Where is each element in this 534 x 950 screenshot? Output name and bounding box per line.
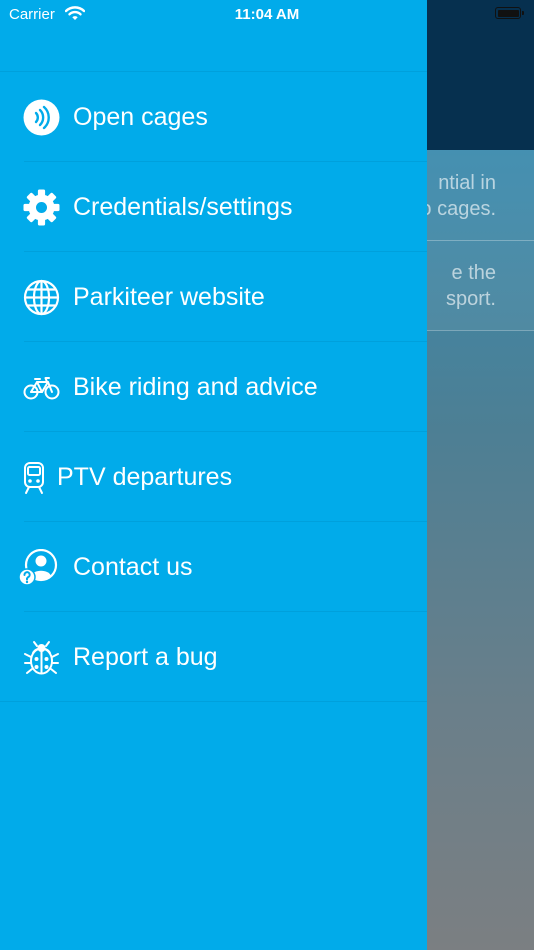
menu-item-parkiteer-website[interactable]: Parkiteer website	[0, 252, 427, 342]
contact-help-icon	[18, 548, 60, 586]
nfc-tap-icon	[23, 99, 60, 136]
menu-item-bike-riding-advice[interactable]: Bike riding and advice	[0, 342, 427, 432]
menu-item-open-cages[interactable]: Open cages	[0, 72, 427, 162]
background-row-text: ntial in	[438, 172, 496, 194]
menu-item-label: Parkiteer website	[73, 283, 265, 311]
bicycle-icon	[23, 369, 60, 406]
status-bar: Carrier 11:04 AM	[0, 0, 534, 30]
side-drawer: Open cages Credentials/settings Parkitee…	[0, 0, 427, 950]
background-row-text: e the	[451, 262, 496, 284]
menu-item-label: Credentials/settings	[73, 193, 293, 221]
battery-icon	[495, 7, 524, 19]
background-row-text: o cages.	[420, 198, 496, 220]
menu-item-label: Open cages	[73, 103, 208, 131]
menu-item-ptv-departures[interactable]: PTV departures	[0, 432, 427, 522]
train-icon	[23, 459, 45, 496]
globe-icon	[23, 279, 60, 316]
clock-time: 11:04 AM	[234, 6, 300, 23]
menu-item-label: Report a bug	[73, 643, 218, 671]
background-row-text: sport.	[445, 288, 496, 310]
menu-item-label: Bike riding and advice	[73, 373, 318, 401]
menu-item-contact-us[interactable]: Contact us	[0, 522, 427, 612]
bug-icon	[23, 639, 60, 676]
divider	[0, 701, 427, 702]
menu-item-label: Contact us	[73, 553, 193, 581]
menu-item-report-bug[interactable]: Report a bug	[0, 612, 427, 702]
menu-item-label: PTV departures	[57, 463, 233, 491]
drawer-menu: Open cages Credentials/settings Parkitee…	[0, 71, 427, 702]
gear-icon	[23, 189, 60, 226]
menu-item-credentials-settings[interactable]: Credentials/settings	[0, 162, 427, 252]
